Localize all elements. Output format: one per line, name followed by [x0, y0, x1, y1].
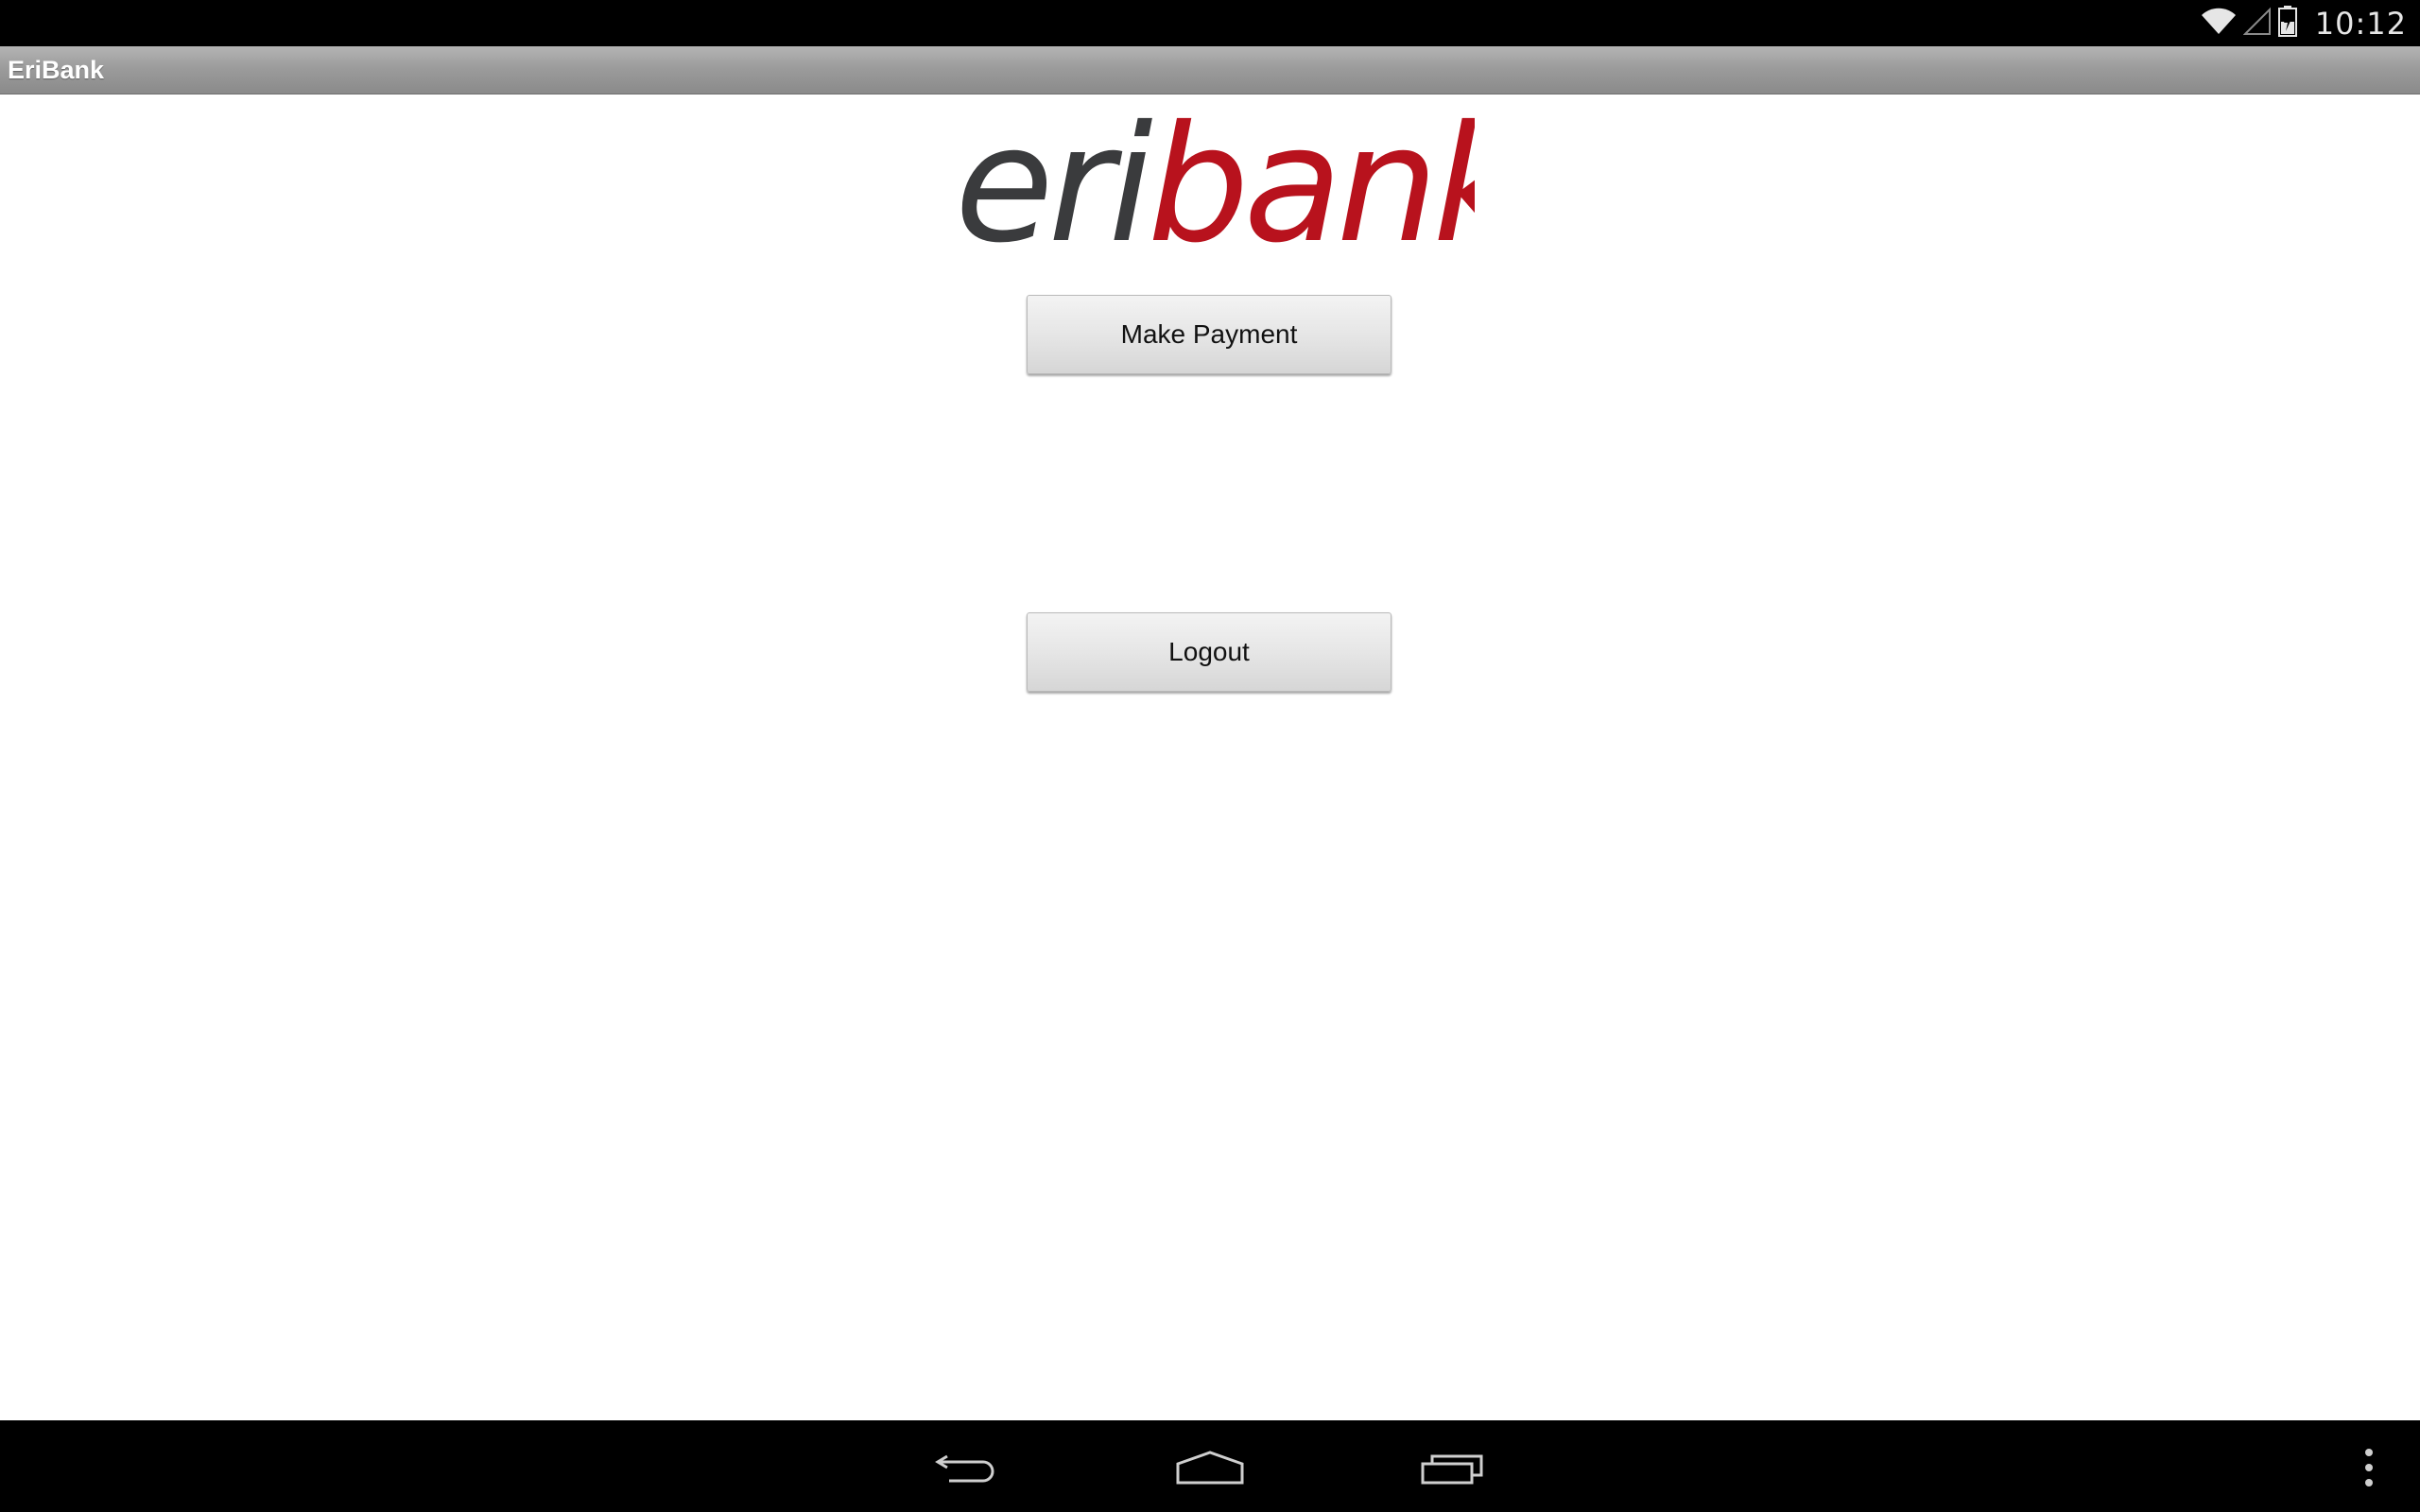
overflow-menu-icon[interactable]: [2350, 1437, 2388, 1498]
logout-button[interactable]: Logout: [1027, 612, 1392, 692]
status-icons: 10:12: [2200, 0, 2407, 46]
battery-charging-icon: [2277, 5, 2298, 42]
recent-apps-icon[interactable]: [1406, 1437, 1500, 1498]
app-title: EriBank: [8, 56, 105, 84]
app-title-bar: EriBank: [0, 46, 2420, 94]
status-bar: 10:12: [0, 0, 2420, 46]
make-payment-button[interactable]: Make Payment: [1027, 295, 1392, 374]
navigation-bar: [0, 1420, 2420, 1512]
cell-signal-icon: [2242, 6, 2272, 41]
wifi-icon: [2200, 6, 2238, 41]
back-icon[interactable]: [921, 1437, 1015, 1498]
logo-text-bank: bank: [1148, 117, 1475, 259]
status-time: 10:12: [2314, 5, 2407, 42]
home-icon[interactable]: [1163, 1437, 1257, 1498]
main-content: eribank Make Payment Logout: [0, 94, 2420, 1420]
logo-text-eri: eri: [955, 117, 1152, 259]
eribank-logo: eribank: [955, 117, 1475, 259]
svg-text:eribank: eribank: [955, 117, 1475, 259]
